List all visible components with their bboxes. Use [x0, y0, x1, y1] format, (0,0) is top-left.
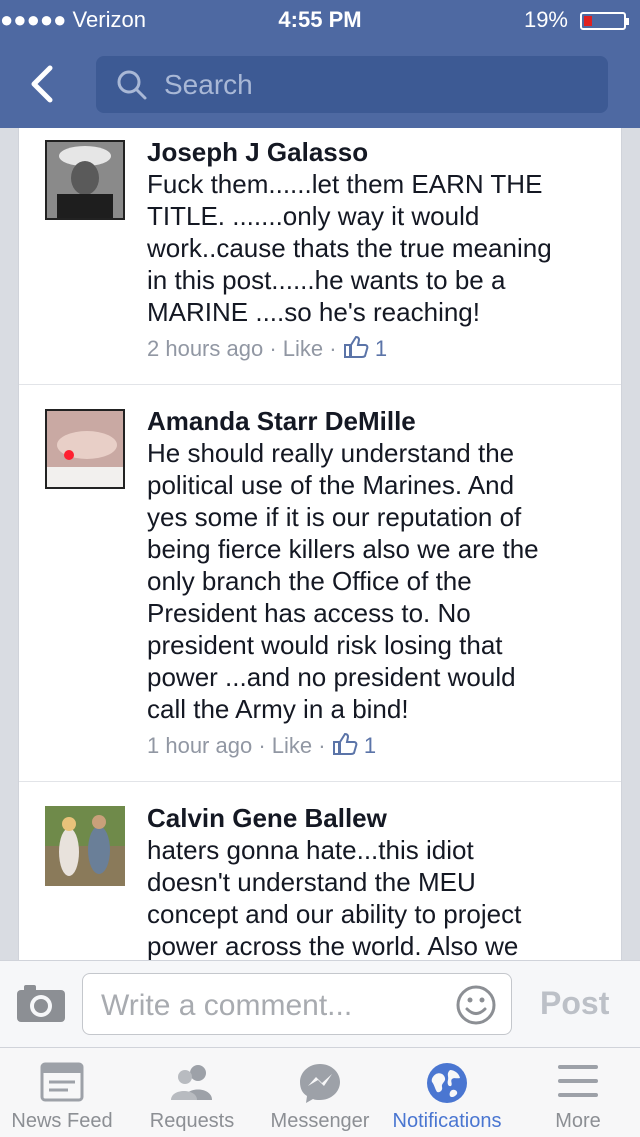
comment-meta: 1 hour ago · Like · 1 — [147, 732, 377, 758]
comment-author[interactable]: Calvin Gene Ballew — [147, 802, 601, 834]
comment-author[interactable]: Amanda Starr DeMille — [147, 405, 601, 437]
messenger-icon — [300, 1064, 340, 1103]
comment-input[interactable] — [99, 986, 443, 1026]
news-feed-icon — [40, 1062, 84, 1102]
tab-label: More — [555, 1110, 601, 1132]
comment-text: He should really understand the politica… — [147, 438, 539, 724]
tab-notifications[interactable]: Notifications — [382, 1048, 512, 1137]
tab-messenger[interactable]: Messenger — [260, 1048, 380, 1137]
search-bar[interactable] — [96, 56, 608, 113]
avatar[interactable] — [45, 409, 125, 489]
comment-text: Fuck them......let them EARN THE TITLE. … — [147, 169, 552, 327]
comment-field[interactable] — [82, 973, 512, 1035]
comment-author[interactable]: Joseph J Galasso — [147, 136, 601, 168]
tab-bar: News Feed Requests Messenger Notificatio… — [0, 1047, 640, 1137]
comment-composer: Post — [0, 960, 640, 1047]
like-count: 1 — [374, 336, 388, 361]
comment-item: Calvin Gene Ballew haters gonna hate...t… — [19, 782, 621, 960]
menu-icon — [558, 1065, 598, 1097]
comment-time: 1 hour ago — [147, 733, 253, 758]
tab-requests[interactable]: Requests — [128, 1048, 256, 1137]
tab-more[interactable]: More — [516, 1048, 640, 1137]
tab-label: Requests — [149, 1110, 235, 1132]
tab-label: Messenger — [270, 1110, 370, 1132]
battery-percent: 19% — [523, 7, 568, 32]
like-link[interactable]: Like — [272, 733, 312, 758]
search-input[interactable] — [162, 66, 586, 104]
comment-text: haters gonna hate...this idiot doesn't u… — [147, 835, 522, 960]
comment-time: 2 hours ago — [147, 336, 264, 361]
requests-icon — [171, 1065, 212, 1100]
post-button[interactable]: Post — [540, 985, 609, 1022]
back-button[interactable] — [26, 62, 62, 106]
sticker-icon[interactable] — [455, 984, 497, 1026]
thumbs-up-icon — [343, 335, 369, 358]
thumbs-up-icon — [332, 732, 358, 755]
comment-item: Joseph J Galasso Fuck them......let them… — [19, 128, 621, 385]
avatar[interactable] — [45, 806, 125, 886]
globe-icon — [427, 1063, 467, 1103]
search-icon — [117, 70, 147, 100]
top-bar: ●●●●● Verizon 4:55 PM 19% — [0, 0, 640, 128]
like-link[interactable]: Like — [283, 336, 323, 361]
camera-icon — [17, 985, 65, 1022]
comment-list[interactable]: Joseph J Galasso Fuck them......let them… — [18, 128, 622, 960]
status-bar: ●●●●● Verizon 4:55 PM 19% — [0, 0, 640, 40]
comment-meta: 2 hours ago · Like · 1 — [147, 335, 388, 361]
battery-icon — [580, 12, 629, 30]
camera-button[interactable] — [16, 983, 66, 1028]
tab-news-feed[interactable]: News Feed — [0, 1048, 124, 1137]
avatar[interactable] — [45, 140, 125, 220]
tab-label: News Feed — [11, 1110, 113, 1132]
like-count: 1 — [363, 733, 377, 758]
tab-label: Notifications — [392, 1110, 502, 1132]
chevron-left-icon — [31, 65, 53, 103]
comment-item: Amanda Starr DeMille He should really un… — [19, 385, 621, 782]
